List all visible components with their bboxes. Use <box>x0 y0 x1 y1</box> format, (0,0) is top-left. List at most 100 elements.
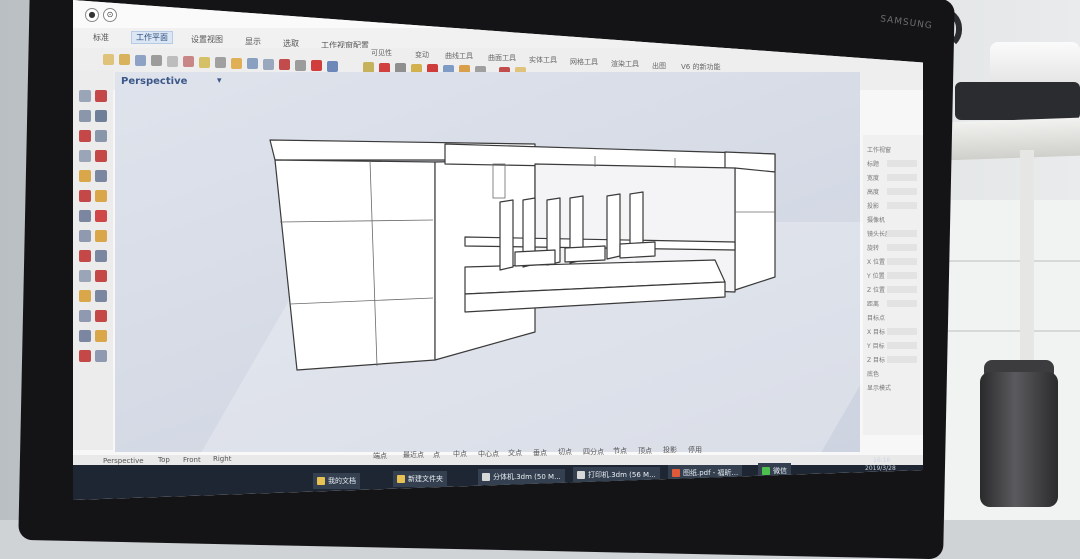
viewport-tab-front[interactable]: Front <box>183 456 201 464</box>
open-file-icon[interactable] <box>119 54 130 65</box>
group-label-visibility[interactable]: 可见性 <box>371 48 392 58</box>
tab-standard[interactable]: 标准 <box>93 32 109 43</box>
sphere-tool-icon[interactable] <box>79 230 91 242</box>
array-icon[interactable] <box>79 310 91 322</box>
wall-shelf <box>945 117 1080 161</box>
prop-field[interactable] <box>887 272 917 279</box>
group-label-solid-tools[interactable]: 实体工具 <box>529 55 557 65</box>
new-file-icon[interactable] <box>103 54 114 65</box>
line-icon[interactable] <box>95 90 107 102</box>
rectangle-icon[interactable] <box>79 150 91 162</box>
prop-label: Z 目标 <box>867 357 886 364</box>
tab-set-view[interactable]: 设置视图 <box>191 34 223 45</box>
prop-field[interactable] <box>887 328 917 335</box>
print-head-block <box>564 245 606 263</box>
taskbar-item[interactable]: 分体机.3dm (50 M... <box>478 469 565 485</box>
prop-field[interactable] <box>887 188 917 195</box>
tab-cplanes[interactable]: 工作平面 <box>131 31 173 44</box>
viewport-tab-right[interactable]: Right <box>213 455 231 463</box>
circle-icon[interactable] <box>79 130 91 142</box>
clock-time[interactable]: 16:16 <box>873 457 890 464</box>
box-icon[interactable] <box>95 210 107 222</box>
group-label-new-in-v6[interactable]: V6 的新功能 <box>681 62 720 72</box>
undo-icon[interactable] <box>215 57 226 68</box>
group-label-curve-tools[interactable]: 曲线工具 <box>445 51 473 61</box>
osnap-center[interactable]: 中心点 <box>478 449 499 459</box>
group-label-surface-tools[interactable]: 曲面工具 <box>488 53 516 63</box>
tab-display[interactable]: 显示 <box>245 36 261 47</box>
taskbar-item[interactable]: 新建文件夹 <box>393 471 447 487</box>
osnap-tangent[interactable]: 切点 <box>558 447 572 457</box>
copy-icon[interactable] <box>167 56 178 67</box>
trim-icon[interactable] <box>79 270 91 282</box>
prop-field[interactable] <box>887 342 917 349</box>
prop-field[interactable] <box>887 258 917 265</box>
scale-icon[interactable] <box>79 330 91 342</box>
prop-field[interactable] <box>887 300 917 307</box>
zoom-extents-icon[interactable] <box>279 59 290 70</box>
prop-field[interactable] <box>887 230 917 237</box>
surface-icon[interactable] <box>95 190 107 202</box>
polygon-icon[interactable] <box>95 150 107 162</box>
clock-date[interactable]: 2019/3/28 <box>865 465 896 472</box>
group-label-render-tools[interactable]: 渲染工具 <box>611 59 639 69</box>
grid-icon[interactable] <box>95 350 107 362</box>
extend-icon[interactable] <box>79 190 91 202</box>
save-icon[interactable] <box>135 55 146 66</box>
pan-icon[interactable] <box>231 58 242 69</box>
group-label-drafting[interactable]: 出图 <box>652 61 666 71</box>
viewport-tab-top[interactable]: Top <box>158 456 170 464</box>
zoom-icon[interactable] <box>263 59 274 70</box>
osnap-end[interactable]: 端点 <box>373 451 387 461</box>
prop-field[interactable] <box>887 244 917 251</box>
cut-icon[interactable] <box>183 56 194 67</box>
prop-field[interactable] <box>887 286 917 293</box>
prop-field[interactable] <box>887 160 917 167</box>
mesh-icon[interactable] <box>95 250 107 262</box>
taskbar-item[interactable]: 我的文档 <box>313 473 360 489</box>
window-control[interactable]: ● <box>85 8 99 22</box>
osnap-point[interactable]: 点 <box>433 450 440 460</box>
select-icon[interactable] <box>311 60 322 71</box>
group-label-mesh-tools[interactable]: 网格工具 <box>570 57 598 67</box>
rotate-view-icon[interactable] <box>247 58 258 69</box>
osnap-mid[interactable]: 中点 <box>453 449 467 459</box>
group-label-transform[interactable]: 变动 <box>415 50 429 60</box>
join-icon[interactable] <box>79 290 91 302</box>
prop-field[interactable] <box>887 356 917 363</box>
osnap-perpendicular[interactable]: 垂点 <box>533 448 547 458</box>
paste-icon[interactable] <box>199 57 210 68</box>
osnap-knot[interactable]: 节点 <box>613 446 627 456</box>
cylinder-icon[interactable] <box>95 230 107 242</box>
osnap-project[interactable]: 投影 <box>663 445 677 455</box>
print-icon[interactable] <box>151 55 162 66</box>
rotate-icon[interactable] <box>95 330 107 342</box>
curve-icon[interactable] <box>95 110 107 122</box>
explode-icon[interactable] <box>95 290 107 302</box>
prop-field[interactable] <box>887 174 917 181</box>
osnap-near[interactable]: 最近点 <box>403 450 424 460</box>
arc-icon[interactable] <box>95 130 107 142</box>
taskbar-item-label: 打印机.3dm (56 M... <box>588 471 656 479</box>
prop-label: 宽度 <box>867 175 880 182</box>
offset-icon[interactable] <box>95 170 107 182</box>
layer-icon[interactable] <box>327 61 338 72</box>
osnap-disable[interactable]: 停用 <box>688 445 702 455</box>
extrude-icon[interactable] <box>79 210 91 222</box>
split-icon[interactable] <box>95 270 107 282</box>
prop-field[interactable] <box>887 202 917 209</box>
osnap-intersection[interactable]: 交点 <box>508 448 522 458</box>
fillet-icon[interactable] <box>79 170 91 182</box>
osnap-vertex[interactable]: 顶点 <box>638 446 652 456</box>
viewport-tab-perspective[interactable]: Perspective <box>103 457 144 465</box>
boolean-icon[interactable] <box>79 250 91 262</box>
point-icon[interactable] <box>79 90 91 102</box>
zoom-window-icon[interactable] <box>295 60 306 71</box>
perspective-viewport[interactable]: Perspective ▾ <box>115 72 923 462</box>
polyline-icon[interactable] <box>79 110 91 122</box>
printer-model[interactable] <box>115 72 860 452</box>
align-icon[interactable] <box>79 350 91 362</box>
osnap-quad[interactable]: 四分点 <box>583 447 604 457</box>
mirror-icon[interactable] <box>95 310 107 322</box>
window-control[interactable]: ⊙ <box>103 8 117 22</box>
